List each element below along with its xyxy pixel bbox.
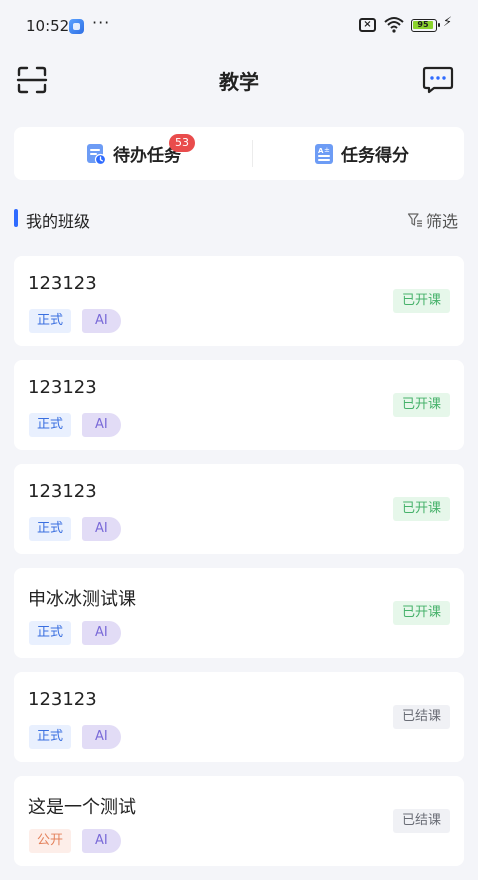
ai-tag: AI — [82, 725, 121, 749]
class-name: 123123 — [28, 273, 97, 294]
battery-icon: 95 — [411, 19, 440, 32]
battery-level: 95 — [413, 21, 433, 29]
more-notifications-icon: ··· — [92, 13, 111, 32]
class-card[interactable]: 申冰冰测试课 正式 AI 已开课 — [14, 568, 464, 658]
app-notification-icon — [69, 19, 84, 34]
section-title: 我的班级 — [26, 212, 91, 231]
class-card[interactable]: 123123 正式 AI 已开课 — [14, 256, 464, 346]
class-card[interactable]: 这是一个测试 公开 AI 已结课 — [14, 776, 464, 866]
status-time: 10:52 — [26, 17, 70, 35]
class-tags: 正式 AI — [29, 725, 132, 749]
class-type-tag: 公开 — [29, 829, 72, 853]
class-tags: 公开 AI — [29, 829, 132, 853]
class-name: 申冰冰测试课 — [28, 589, 136, 610]
class-list: 123123 正式 AI 已开课 123123 正式 AI 已开课 123123… — [14, 256, 464, 880]
todo-list-icon — [87, 143, 106, 165]
class-status-badge: 已开课 — [392, 393, 450, 417]
wifi-icon — [384, 17, 404, 33]
class-card[interactable]: 123123 正式 AI 已结课 — [14, 672, 464, 762]
class-type-tag: 正式 — [29, 725, 72, 749]
class-status-badge: 已结课 — [392, 809, 450, 833]
filter-icon — [407, 213, 422, 227]
task-tabs-card: 待办任务 A ± 任务得分 — [14, 127, 464, 180]
status-bar: 10:52 ··· × 95 ⚡ — [0, 0, 478, 52]
class-status-badge: 已结课 — [392, 705, 450, 729]
charging-icon: ⚡ — [443, 15, 453, 30]
class-tags: 正式 AI — [29, 517, 132, 541]
class-name: 这是一个测试 — [28, 797, 136, 818]
class-name: 123123 — [28, 377, 97, 398]
no-sim-icon: × — [359, 18, 376, 32]
tab-score-label: 任务得分 — [341, 146, 409, 166]
ai-tag: AI — [82, 621, 121, 645]
page-title: 教学 — [219, 70, 259, 94]
tab-todo-tasks[interactable]: 待办任务 — [86, 127, 181, 180]
class-name: 123123 — [28, 689, 97, 710]
class-type-tag: 正式 — [29, 621, 72, 645]
class-status-badge: 已开课 — [392, 601, 450, 625]
ai-tag: AI — [82, 309, 121, 333]
message-icon[interactable] — [422, 66, 454, 94]
todo-count-badge: 53 — [169, 134, 195, 152]
ai-tag: AI — [82, 829, 121, 853]
class-tags: 正式 AI — [29, 621, 132, 645]
class-status-badge: 已开课 — [392, 497, 450, 521]
class-card[interactable]: 123123 正式 AI 已开课 — [14, 464, 464, 554]
score-sheet-icon: A ± — [315, 143, 333, 164]
filter-button[interactable]: 筛选 — [407, 208, 458, 232]
class-tags: 正式 AI — [29, 309, 132, 333]
class-type-tag: 正式 — [29, 413, 72, 437]
class-status-badge: 已开课 — [392, 289, 450, 313]
filter-label: 筛选 — [426, 212, 459, 231]
class-type-tag: 正式 — [29, 517, 72, 541]
class-name: 123123 — [28, 481, 97, 502]
section-accent-bar — [14, 209, 18, 227]
ai-tag: AI — [82, 413, 121, 437]
svg-text:±: ± — [324, 146, 330, 154]
tab-task-score[interactable]: A ± 任务得分 — [314, 127, 409, 180]
tab-divider — [252, 140, 253, 167]
header: 教学 — [0, 52, 478, 108]
class-tags: 正式 AI — [29, 413, 132, 437]
ai-tag: AI — [82, 517, 121, 541]
class-card[interactable]: 123123 正式 AI 已开课 — [14, 360, 464, 450]
class-type-tag: 正式 — [29, 309, 72, 333]
